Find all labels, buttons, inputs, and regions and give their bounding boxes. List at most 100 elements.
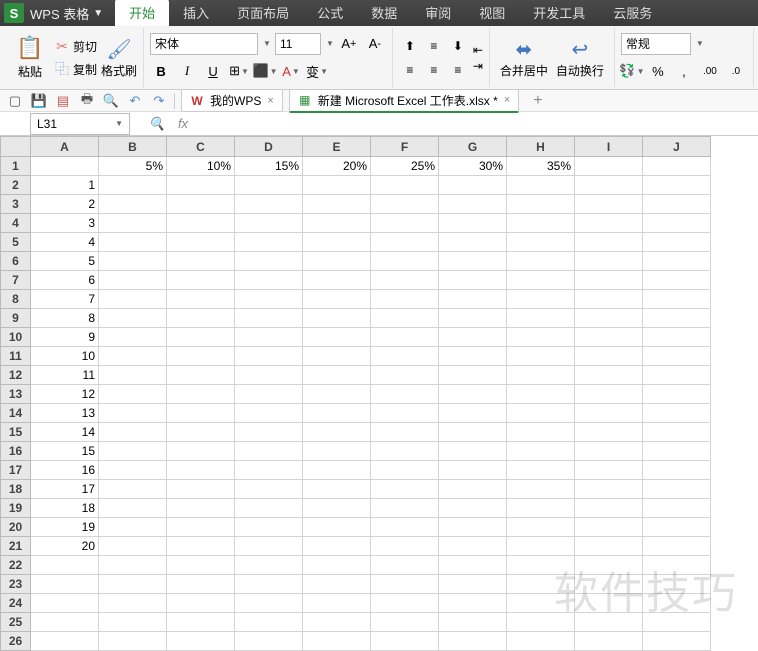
menu-tab-pagelayout[interactable]: 页面布局	[223, 0, 303, 26]
cell[interactable]	[371, 518, 439, 537]
cell[interactable]	[371, 575, 439, 594]
cell[interactable]: 6	[31, 271, 99, 290]
cell[interactable]	[575, 176, 643, 195]
cell[interactable]	[167, 176, 235, 195]
cell[interactable]	[575, 233, 643, 252]
cell[interactable]	[439, 347, 507, 366]
cell[interactable]	[439, 537, 507, 556]
cell[interactable]	[99, 461, 167, 480]
cell[interactable]	[235, 404, 303, 423]
cell[interactable]	[303, 423, 371, 442]
cell[interactable]	[371, 480, 439, 499]
cell[interactable]	[507, 575, 575, 594]
cell[interactable]	[303, 290, 371, 309]
bold-button[interactable]: B	[150, 60, 172, 82]
print-preview-icon[interactable]: 🔍	[102, 92, 120, 110]
cell[interactable]	[99, 537, 167, 556]
row-header[interactable]: 1	[1, 157, 31, 176]
cell[interactable]	[303, 366, 371, 385]
cell[interactable]	[303, 632, 371, 651]
redo-icon[interactable]: ↷	[150, 92, 168, 110]
cell[interactable]	[643, 518, 711, 537]
cell[interactable]	[643, 157, 711, 176]
row-header[interactable]: 13	[1, 385, 31, 404]
cell[interactable]	[643, 271, 711, 290]
cell[interactable]	[99, 271, 167, 290]
cell[interactable]: 16	[31, 461, 99, 480]
row-header[interactable]: 22	[1, 556, 31, 575]
cell[interactable]	[507, 461, 575, 480]
cell[interactable]	[643, 480, 711, 499]
increase-indent-button[interactable]: ⇥	[473, 59, 483, 73]
cell[interactable]	[167, 252, 235, 271]
cell[interactable]	[575, 461, 643, 480]
cell[interactable]	[507, 176, 575, 195]
cell[interactable]	[371, 347, 439, 366]
cell[interactable]	[643, 556, 711, 575]
cell[interactable]	[99, 176, 167, 195]
search-icon[interactable]: 🔍	[148, 115, 166, 133]
column-header[interactable]: I	[575, 137, 643, 157]
cell[interactable]	[99, 214, 167, 233]
cell[interactable]	[167, 518, 235, 537]
align-bottom-button[interactable]: ⬇	[447, 35, 469, 57]
cell[interactable]: 20%	[303, 157, 371, 176]
column-header[interactable]: D	[235, 137, 303, 157]
cell[interactable]	[643, 575, 711, 594]
cell[interactable]	[643, 347, 711, 366]
cell[interactable]	[643, 290, 711, 309]
row-header[interactable]: 5	[1, 233, 31, 252]
row-header[interactable]: 16	[1, 442, 31, 461]
cell[interactable]	[303, 404, 371, 423]
cell[interactable]	[507, 214, 575, 233]
column-header[interactable]: F	[371, 137, 439, 157]
column-header[interactable]: B	[99, 137, 167, 157]
cell[interactable]	[643, 594, 711, 613]
decrease-indent-button[interactable]: ⇤	[473, 43, 483, 57]
cell[interactable]	[99, 632, 167, 651]
cell[interactable]	[439, 233, 507, 252]
menu-tab-cloud[interactable]: 云服务	[599, 0, 666, 26]
cell[interactable]	[303, 575, 371, 594]
cell[interactable]	[507, 423, 575, 442]
cell[interactable]	[235, 556, 303, 575]
doc-tab-mywps[interactable]: W 我的WPS ×	[181, 89, 283, 112]
cell[interactable]	[507, 271, 575, 290]
cell[interactable]	[303, 309, 371, 328]
cell[interactable]: 3	[31, 214, 99, 233]
cell[interactable]	[371, 632, 439, 651]
cell[interactable]	[439, 290, 507, 309]
cell[interactable]	[643, 328, 711, 347]
column-header[interactable]: J	[643, 137, 711, 157]
cell[interactable]	[99, 328, 167, 347]
cell[interactable]	[439, 328, 507, 347]
cell[interactable]	[575, 575, 643, 594]
cell[interactable]	[31, 575, 99, 594]
cell[interactable]: 17	[31, 480, 99, 499]
cell[interactable]	[235, 632, 303, 651]
percent-button[interactable]: %	[647, 60, 669, 82]
cell[interactable]	[99, 480, 167, 499]
cell[interactable]: 11	[31, 366, 99, 385]
cell[interactable]: 20	[31, 537, 99, 556]
cell[interactable]	[643, 632, 711, 651]
column-header[interactable]: C	[167, 137, 235, 157]
cell[interactable]	[99, 252, 167, 271]
cell[interactable]	[439, 499, 507, 518]
cell[interactable]	[439, 252, 507, 271]
cell[interactable]	[371, 442, 439, 461]
cell[interactable]	[371, 499, 439, 518]
cell[interactable]	[167, 480, 235, 499]
increase-decimal-button[interactable]: .00	[699, 60, 721, 82]
cell[interactable]	[235, 271, 303, 290]
cell[interactable]	[167, 423, 235, 442]
row-header[interactable]: 2	[1, 176, 31, 195]
cell[interactable]	[235, 347, 303, 366]
cell[interactable]	[235, 518, 303, 537]
cell[interactable]	[371, 385, 439, 404]
cell[interactable]	[235, 499, 303, 518]
cell[interactable]	[167, 290, 235, 309]
cell[interactable]: 4	[31, 233, 99, 252]
border-button[interactable]: ⊞▼	[228, 60, 250, 82]
cell[interactable]	[643, 385, 711, 404]
